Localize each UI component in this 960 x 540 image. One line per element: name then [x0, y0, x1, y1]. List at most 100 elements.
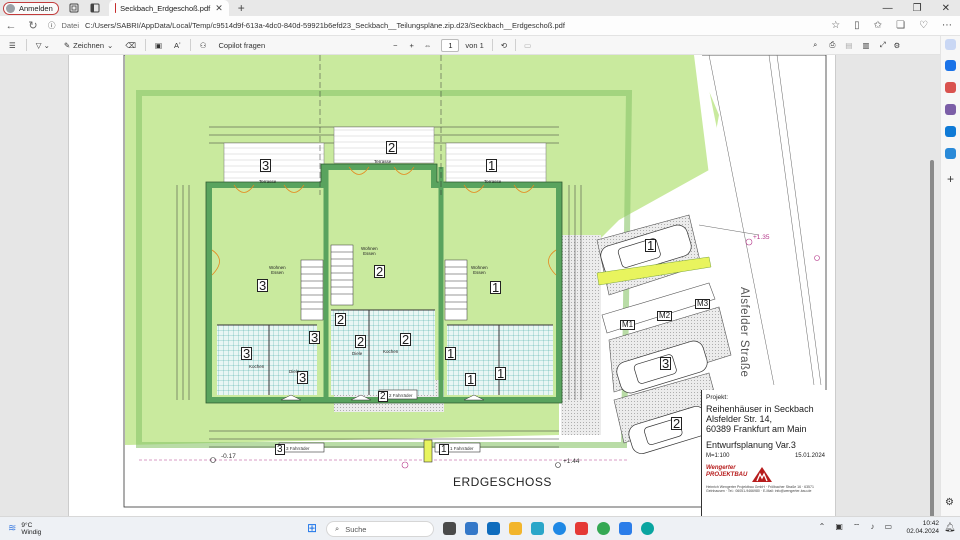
menu-icon[interactable]: ⋯: [942, 20, 952, 31]
company-logo: Wengerter PROJEKTBAU: [706, 465, 825, 483]
page-number-input[interactable]: 1: [441, 38, 460, 52]
shopping-icon[interactable]: [945, 82, 956, 93]
company-name-line: PROJEKTBAU: [706, 471, 748, 478]
clock[interactable]: 10:42 02.04.2024: [906, 520, 939, 536]
sidebar-settings-icon[interactable]: ⚙: [945, 498, 956, 509]
copilot-button[interactable]: Copilot fragen: [218, 41, 265, 50]
unit-number-kitchen-left: 3: [241, 346, 253, 361]
vertical-scrollbar[interactable]: [929, 100, 935, 516]
level-left: -0.17: [221, 453, 236, 460]
battery-icon[interactable]: ▭: [884, 522, 892, 532]
tray-app-icon[interactable]: ▣: [835, 522, 843, 532]
fullscreen-icon[interactable]: ⤢: [880, 40, 886, 50]
draw-icon: ✎: [63, 40, 71, 50]
page-view-icon[interactable]: ▭: [524, 41, 531, 50]
chrome-app-icon[interactable]: [597, 522, 610, 535]
url-label: Datei: [61, 21, 80, 30]
edge-active-app-icon[interactable]: [641, 522, 654, 535]
pdf-viewer[interactable]: 3 2 1 3 2 1 3 3 3 2 2 2 1 1 1 Terrasse T…: [0, 55, 940, 516]
scale-row: M=1:100 15.01.2024: [706, 452, 825, 461]
bike-shelter-label-2: 2 Fahrräder: [389, 393, 413, 398]
close-window-icon[interactable]: ✕: [942, 3, 950, 14]
tab-actions-icon[interactable]: [89, 2, 101, 14]
favorites-icon[interactable]: ✩: [874, 20, 882, 31]
back-icon[interactable]: ←: [0, 20, 22, 32]
unit-number-living-left: 3: [257, 278, 269, 293]
project-line: Alsfelder Str. 14,: [706, 413, 773, 424]
taskbar-search[interactable]: ⌕ Suche: [326, 521, 434, 537]
settings-icon[interactable]: ⚙: [894, 41, 901, 50]
browser-essentials-icon[interactable]: ♡: [919, 20, 928, 31]
draw-button[interactable]: ✎ Zeichnen ⌄: [64, 41, 113, 50]
property-marker: [814, 255, 820, 261]
games-icon[interactable]: [945, 104, 956, 115]
network-icon[interactable]: ⌔: [853, 522, 861, 532]
weather-desc: Windig: [21, 528, 42, 536]
minimize-icon[interactable]: —: [883, 3, 893, 14]
zoom-out-icon[interactable]: −: [393, 41, 397, 50]
start-icon[interactable]: ⊞: [307, 522, 320, 535]
tray-chevron-icon[interactable]: ⌃: [819, 522, 826, 532]
photos-app-icon[interactable]: [531, 522, 544, 535]
tab-close-icon[interactable]: ✕: [215, 3, 223, 14]
parking-m2: M2: [657, 311, 673, 321]
profile-button[interactable]: Anmelden: [3, 1, 59, 15]
chevron-down-icon: ⌄: [107, 40, 114, 50]
pdf-page: 3 2 1 3 2 1 3 3 3 2 2 2 1 1 1 Terrasse T…: [68, 55, 836, 516]
url-field[interactable]: ⓘ Datei C:/Users/SABRI/AppData/Local/Tem…: [48, 20, 565, 31]
fit-page-icon[interactable]: ⇔: [424, 41, 432, 50]
zoom-in-icon[interactable]: +: [410, 41, 414, 50]
room-label-living-left: Wohnen Essen: [269, 265, 286, 275]
parking-m3: M3: [695, 299, 711, 309]
read-aloud-icon[interactable]: A͏ʼ: [174, 41, 181, 50]
save-icon[interactable]: ▤: [845, 41, 852, 50]
erase-icon[interactable]: ⌫: [125, 41, 136, 50]
unit-number-terrace-right: 1: [486, 158, 498, 173]
outlook-icon[interactable]: [945, 126, 956, 137]
add-sidebar-icon[interactable]: +: [945, 173, 956, 185]
new-tab-icon[interactable]: +: [238, 1, 245, 15]
divider: [25, 39, 27, 51]
terrace-middle: [333, 126, 435, 164]
windows-taskbar: ≋ 9°C Windig ⊞ ⌕ Suche ⌃ ▣ ⌔ ♪ ▭ 10:42 0…: [0, 516, 960, 540]
task-view-icon[interactable]: [443, 522, 456, 535]
outlook-app-icon[interactable]: [487, 522, 500, 535]
notifications-icon[interactable]: 🔔︎: [944, 522, 957, 535]
split-screen-icon[interactable]: ▯: [854, 20, 860, 31]
file-explorer-icon[interactable]: [509, 522, 522, 535]
search-icon[interactable]: ⌕: [813, 40, 817, 50]
refresh-icon[interactable]: ↻: [22, 19, 44, 32]
store-app-icon[interactable]: [619, 522, 632, 535]
highlight-icon[interactable]: ▽ ⌄: [36, 41, 50, 50]
weather-widget[interactable]: ≋ 9°C Windig: [8, 522, 41, 536]
add-text-icon[interactable]: ▣: [155, 41, 162, 50]
edge-app-icon[interactable]: [553, 522, 566, 535]
unit-number-kitchen-middle: 2: [400, 332, 412, 347]
tab-active[interactable]: Seckbach_Erdgeschoß.pdf ✕: [108, 0, 229, 16]
mcafee-app-icon[interactable]: [575, 522, 588, 535]
scrollbar-thumb[interactable]: [930, 160, 934, 516]
room-label-terrace-middle: Terrasse: [374, 159, 392, 164]
volume-icon[interactable]: ♪: [870, 522, 874, 532]
favorite-icon[interactable]: ☆: [831, 20, 840, 31]
draw-label: Zeichnen: [73, 40, 105, 50]
room-label-terrace-left: Terrasse: [259, 179, 277, 184]
contents-icon[interactable]: ☰: [9, 41, 16, 50]
info-icon: ⓘ: [48, 21, 56, 30]
workspaces-icon[interactable]: [68, 2, 80, 14]
floor-title: ERDGESCHOSS: [453, 475, 552, 489]
copilot-icon[interactable]: ⚇: [200, 41, 207, 50]
collections-icon[interactable]: ❏: [896, 20, 905, 31]
print-icon[interactable]: ⎙: [829, 40, 835, 50]
maximize-icon[interactable]: ❐: [913, 3, 922, 14]
explorer-app-icon[interactable]: [465, 522, 478, 535]
clock-time: 10:42: [922, 520, 939, 527]
company-logo-icon: [752, 466, 773, 482]
search-sidebar-icon[interactable]: [945, 39, 956, 50]
plan-variant: Entwurfsplanung Var.3: [706, 439, 796, 450]
tools-icon[interactable]: [945, 148, 956, 159]
rotate-icon[interactable]: ⟲: [501, 41, 507, 50]
unit-number-terrace-left: 3: [260, 158, 272, 173]
save-as-icon[interactable]: ▥: [862, 41, 869, 50]
copilot-sidebar-icon[interactable]: [945, 60, 956, 71]
